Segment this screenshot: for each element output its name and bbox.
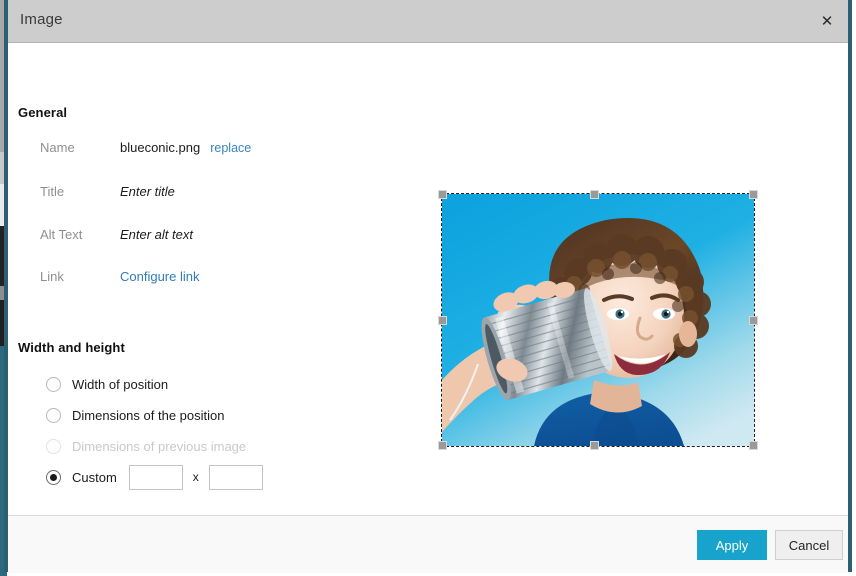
- width-height-section-heading: Width and height: [18, 340, 125, 355]
- field-row-alt-text: Alt Text Enter alt text: [40, 227, 193, 245]
- general-section-heading: General: [18, 105, 68, 120]
- resize-handle-middle-right[interactable]: [749, 316, 758, 325]
- custom-width-input[interactable]: [128, 464, 183, 490]
- image-preview[interactable]: [441, 193, 755, 447]
- configure-link-button[interactable]: Configure link: [120, 269, 200, 284]
- radio-icon[interactable]: [46, 407, 61, 423]
- value-file-name: blueconic.png: [120, 140, 201, 155]
- label-title: Title: [40, 184, 65, 199]
- field-row-title: Title Enter title: [40, 184, 175, 202]
- resize-handle-middle-left[interactable]: [438, 316, 447, 325]
- replace-link[interactable]: replace: [210, 141, 251, 155]
- resize-handle-top-right[interactable]: [749, 190, 758, 199]
- alt-text-input[interactable]: Enter alt text: [120, 227, 193, 242]
- title-input[interactable]: Enter title: [120, 184, 175, 199]
- dialog-title: Image: [20, 11, 63, 28]
- radio-option-dimensions-of-previous-image: Dimensions of previous image: [46, 436, 246, 456]
- label-alt-text: Alt Text: [40, 227, 83, 242]
- resize-handle-bottom-left[interactable]: [438, 441, 447, 450]
- resize-handle-top-left[interactable]: [438, 190, 447, 199]
- label-name: Name: [40, 140, 75, 155]
- field-row-link: Link Configure link: [40, 269, 200, 287]
- radio-icon[interactable]: [46, 469, 61, 485]
- radio-option-custom[interactable]: Custom x: [46, 464, 263, 490]
- radio-label: Width of position: [72, 376, 169, 392]
- image-preview-selection[interactable]: [438, 190, 758, 450]
- field-row-name: Name blueconic.png replace: [40, 140, 251, 158]
- custom-height-input[interactable]: [208, 464, 263, 490]
- radio-option-width-of-position[interactable]: Width of position: [46, 374, 168, 394]
- radio-icon: [46, 438, 61, 454]
- preview-photo: [442, 194, 754, 446]
- radio-icon[interactable]: [46, 376, 61, 392]
- dialog-body: General Name blueconic.png replace Title…: [8, 43, 848, 515]
- close-icon[interactable]: ✕: [806, 0, 848, 42]
- resize-handle-bottom-right[interactable]: [749, 441, 758, 450]
- radio-option-dimensions-of-position[interactable]: Dimensions of the position: [46, 405, 224, 425]
- label-link: Link: [40, 269, 64, 284]
- dimension-separator: x: [192, 470, 199, 484]
- dialog-footer: Apply Cancel: [8, 515, 848, 573]
- radio-label: Custom: [72, 469, 117, 485]
- dialog-titlebar: Image ✕: [8, 0, 848, 43]
- radio-label: Dimensions of previous image: [72, 438, 247, 454]
- cancel-button[interactable]: Cancel: [775, 530, 843, 560]
- image-dialog: Image ✕ General Name blueconic.png repla…: [4, 0, 852, 573]
- resize-handle-top-center[interactable]: [590, 190, 599, 199]
- apply-button[interactable]: Apply: [697, 530, 767, 560]
- resize-handle-bottom-center[interactable]: [590, 441, 599, 450]
- radio-label: Dimensions of the position: [72, 407, 225, 423]
